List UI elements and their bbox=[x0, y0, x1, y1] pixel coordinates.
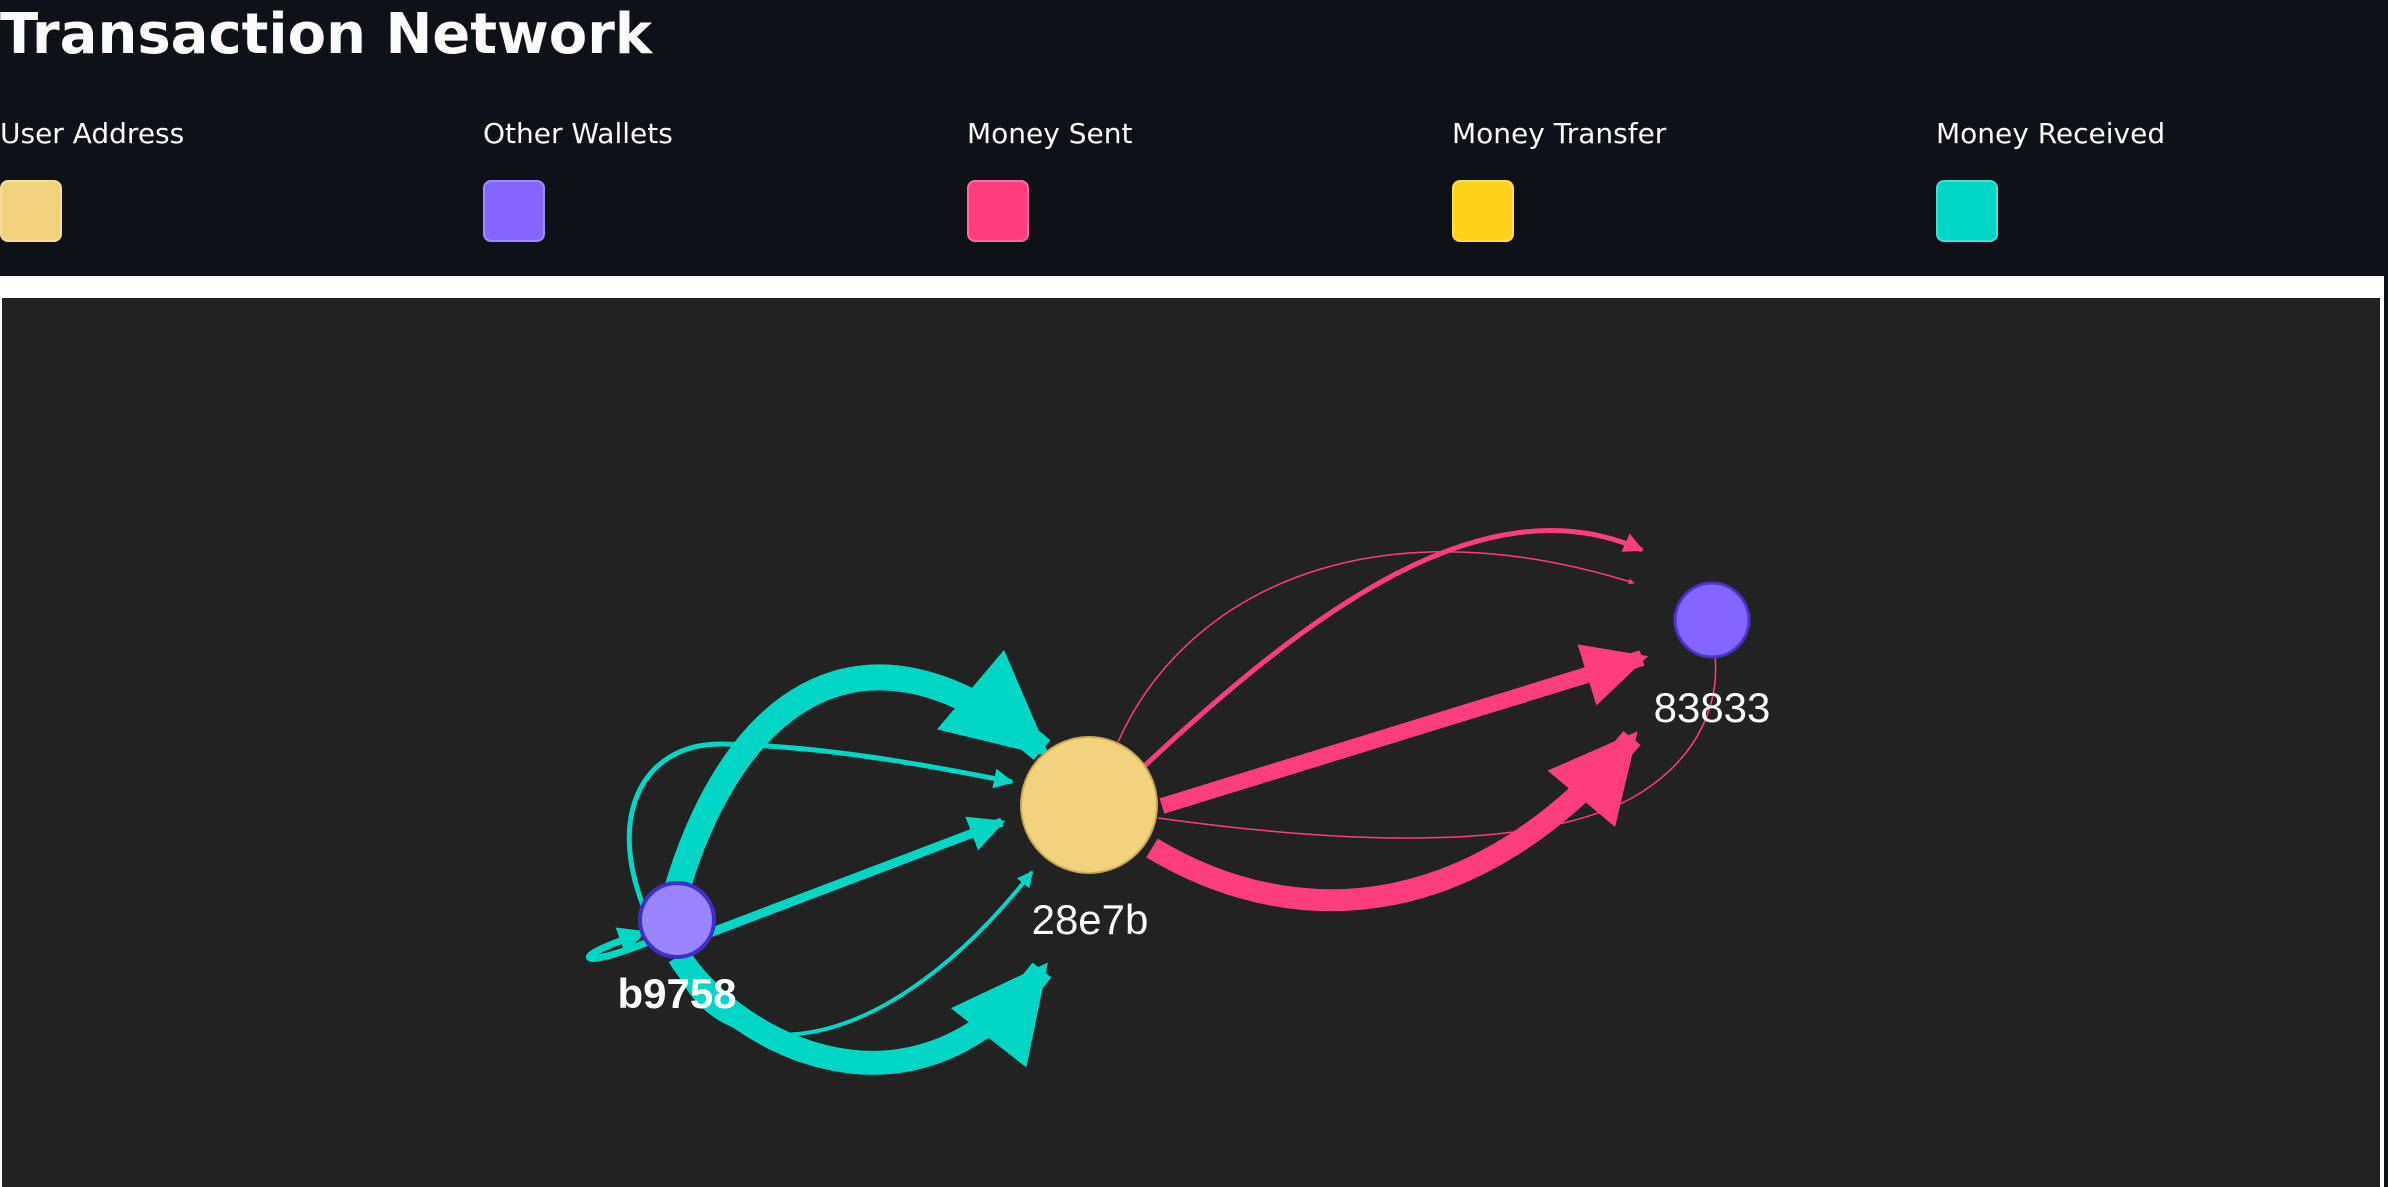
node-label: 28e7b bbox=[1032, 896, 1149, 943]
color-swatch-money-sent[interactable] bbox=[967, 180, 1029, 242]
network-graph-canvas[interactable]: 28e7b 83833 b9758 bbox=[2, 298, 2380, 1187]
legend-item-money-sent: Money Sent bbox=[967, 112, 1367, 247]
graph-frame: 28e7b 83833 b9758 bbox=[0, 276, 2384, 1187]
legend-label: User Address bbox=[0, 117, 185, 150]
sent-edges bbox=[1117, 528, 1718, 912]
network-graph-svg[interactable]: 28e7b 83833 b9758 bbox=[2, 298, 2380, 1187]
node-circle[interactable] bbox=[1673, 581, 1751, 659]
node-28e7b[interactable]: 28e7b bbox=[1020, 736, 1158, 943]
legend: User Address Other Wallets Money Sent Mo… bbox=[0, 112, 2388, 247]
legend-label: Money Transfer bbox=[1452, 117, 1667, 150]
legend-item-user-address: User Address bbox=[0, 112, 400, 247]
legend-label: Money Received bbox=[1936, 117, 2166, 150]
edge-sent[interactable] bbox=[1159, 644, 1649, 814]
edge-sent[interactable] bbox=[1146, 730, 1641, 912]
edge-received[interactable] bbox=[654, 649, 1051, 930]
edge-received[interactable] bbox=[705, 816, 1006, 939]
page: Transaction Network User Address Other W… bbox=[0, 0, 2388, 1187]
node-label: 83833 bbox=[1654, 684, 1771, 731]
legend-item-money-received: Money Received bbox=[1936, 112, 2336, 247]
node-circle[interactable] bbox=[1020, 736, 1158, 874]
node-label: b9758 bbox=[617, 970, 736, 1017]
node-circle[interactable] bbox=[638, 881, 716, 959]
color-swatch-other-wallets[interactable] bbox=[483, 180, 545, 242]
page-title: Transaction Network bbox=[0, 2, 653, 67]
legend-item-money-transfer: Money Transfer bbox=[1452, 112, 1852, 247]
edge-sent[interactable] bbox=[1117, 551, 1635, 743]
node-83833[interactable]: 83833 bbox=[1654, 581, 1771, 731]
color-swatch-user-address[interactable] bbox=[0, 180, 62, 242]
color-swatch-money-transfer[interactable] bbox=[1452, 180, 1514, 242]
legend-label: Money Sent bbox=[967, 117, 1133, 150]
legend-label: Other Wallets bbox=[483, 117, 673, 150]
legend-item-other-wallets: Other Wallets bbox=[483, 112, 883, 247]
color-swatch-money-received[interactable] bbox=[1936, 180, 1998, 242]
